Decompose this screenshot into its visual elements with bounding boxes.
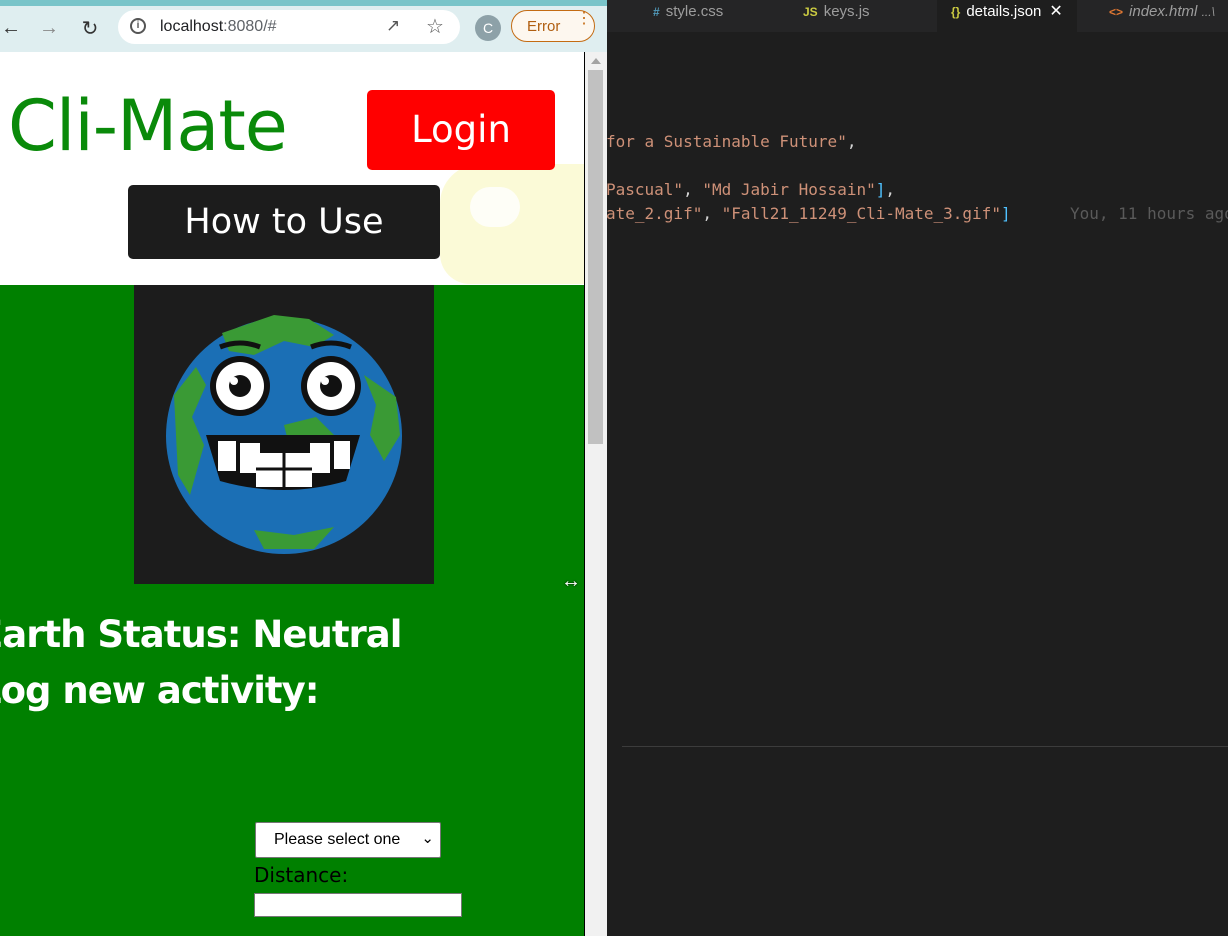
tab-label: style.css <box>665 3 724 20</box>
code-editor: # style.css JS keys.js {} details.json ✕ <> i… <box>607 0 1228 936</box>
code-bracket: ] <box>1000 204 1011 223</box>
resize-cursor-icon: ↔ <box>561 570 581 592</box>
code-string: Pascual" <box>607 180 684 199</box>
forward-arrow-icon[interactable]: → <box>36 15 62 41</box>
code-punct: , <box>885 180 895 199</box>
back-arrow-icon[interactable]: ← <box>0 15 24 41</box>
kebab-menu-icon[interactable]: ⋮ <box>576 11 592 27</box>
code-punct: , <box>683 180 703 199</box>
code-string: ate_2.gif" <box>607 204 703 223</box>
tab-index-html[interactable]: <> index.html ...\ <box>1109 0 1215 32</box>
chevron-down-icon: ⌄ <box>421 830 434 847</box>
activity-select[interactable]: Please select one ⌄ <box>255 822 441 858</box>
tab-strip <box>0 0 607 6</box>
profile-avatar[interactable]: C <box>475 15 501 41</box>
activity-select-value: Please select one <box>274 831 401 848</box>
error-label: Error <box>527 18 561 35</box>
code-string: "Md Jabir Hossain" <box>702 180 876 199</box>
tab-label: keys.js <box>823 3 870 20</box>
share-icon[interactable]: ↗ <box>386 16 400 36</box>
earth-mascot-image <box>134 285 434 584</box>
page-scrollbar[interactable] <box>585 52 607 936</box>
error-button[interactable]: Error ⋮ <box>511 10 595 42</box>
html-file-icon: <> <box>1109 5 1124 19</box>
tab-style-css[interactable]: # style.css <box>653 0 723 32</box>
smiling-earth-icon <box>166 315 402 554</box>
code-line-images[interactable]: ate_2.gif", "Fall21_11249_Cli-Mate_3.gif… <box>607 204 1011 224</box>
tab-keys-js[interactable]: JS keys.js <box>803 0 870 32</box>
tab-details-json[interactable]: {} details.json ✕ <box>937 0 1077 32</box>
code-string: for a Sustainable Future" <box>607 132 847 151</box>
code-line-title[interactable]: for a Sustainable Future", <box>607 132 856 152</box>
bookmark-star-icon[interactable]: ☆ <box>426 14 444 39</box>
close-tab-icon[interactable]: ✕ <box>1049 3 1062 20</box>
panel-separator[interactable] <box>622 746 1228 747</box>
code-punct: , <box>846 132 857 151</box>
how-to-use-button[interactable]: How to Use <box>128 185 440 259</box>
url-path: :8080/# <box>223 18 277 35</box>
tab-path-suffix: ...\ <box>1201 5 1215 19</box>
tab-label: index.html <box>1129 3 1198 20</box>
earth-status-heading: Earth Status: Neutral <box>0 613 402 656</box>
distance-input[interactable] <box>254 893 462 917</box>
json-file-icon: {} <box>951 5 961 19</box>
code-line-authors[interactable]: Pascual", "Md Jabir Hossain"], <box>607 180 895 200</box>
cloud-background <box>440 164 585 284</box>
js-file-icon: JS <box>803 5 818 19</box>
tab-label: details.json <box>966 3 1042 20</box>
page-viewport: Cli-Mate Login How to Use Earth Status: … <box>0 52 585 936</box>
address-bar[interactable]: i localhost:8080/# ↗ ☆ <box>118 10 460 44</box>
site-info-icon[interactable]: i <box>130 18 146 34</box>
site-title: Cli-Mate <box>8 85 288 167</box>
scroll-up-arrow-icon[interactable] <box>591 58 601 64</box>
cloud-highlight <box>470 187 520 227</box>
browser-window: ← → ↻ i localhost:8080/# ↗ ☆ C Error ⋮ C… <box>0 0 607 936</box>
reload-icon[interactable]: ↻ <box>77 15 103 41</box>
code-string: "Fall21_11249_Cli-Mate_3.gif" <box>721 204 1001 223</box>
css-file-icon: # <box>653 5 660 19</box>
main-section: Earth Status: Neutral Log new activity: … <box>0 285 585 936</box>
browser-toolbar: ← → ↻ i localhost:8080/# ↗ ☆ C Error ⋮ <box>0 0 607 52</box>
url-host: localhost <box>160 18 224 35</box>
editor-tab-bar: # style.css JS keys.js {} details.json ✕ <> i… <box>607 0 1228 32</box>
distance-label: Distance: <box>254 863 349 887</box>
code-punct: , <box>702 204 722 223</box>
login-button[interactable]: Login <box>367 90 555 170</box>
git-blame-annotation: You, 11 hours ago <box>1070 204 1228 223</box>
scrollbar-thumb[interactable] <box>588 70 603 444</box>
log-activity-heading: Log new activity: <box>0 669 320 712</box>
code-bracket: ] <box>875 180 886 199</box>
url-text[interactable]: localhost:8080/# <box>160 18 277 36</box>
